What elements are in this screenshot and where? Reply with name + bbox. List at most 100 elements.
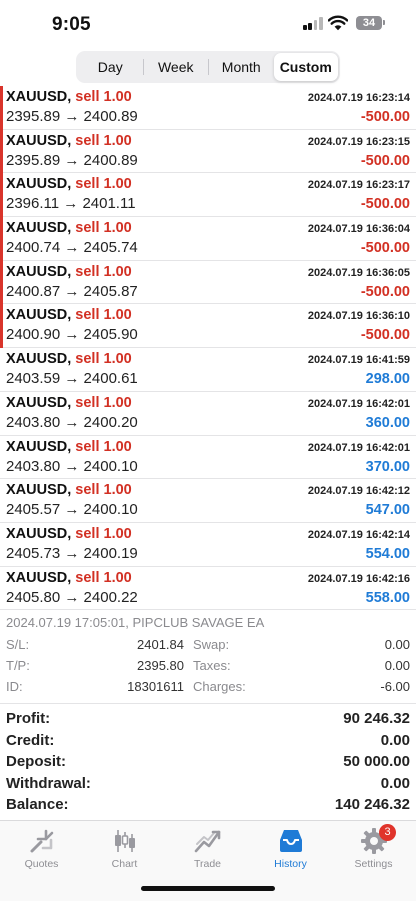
status-bar: 9:05 34 [0,0,416,48]
deal-side: sell 1.00 [75,307,132,324]
tab-trade[interactable]: Trade [166,826,249,870]
summary-value: 0.00 [380,774,410,792]
symbol-text: XAUUSD, [6,307,72,324]
symbol-text: XAUUSD, [6,482,72,499]
deal-profit: 554.00 [365,545,410,562]
deal-prices: 2405.57 → 2400.10 [6,501,138,519]
symbol-text: XAUUSD, [6,89,72,105]
summary-row-withdrawal: Withdrawal: 0.00 [0,773,416,795]
summary-value: 50 000.00 [343,753,410,771]
detail-row-tp-taxes: T/P: 2395.80 Taxes: 0.00 [6,658,410,678]
detail-value: 0.00 [384,658,410,673]
deal-prices: 2400.87 → 2405.87 [6,282,138,300]
battery-cap [383,20,385,25]
deal-row[interactable]: XAUUSD, sell 1.00 2405.80 → 2400.22 2024.0… [0,567,416,611]
tab-label: Settings [354,858,393,870]
deal-row[interactable]: XAUUSD, sell 1.00 2396.11 → 2401.11 2024.0… [0,173,416,218]
deal-symbol: XAUUSD, sell 1.00 [6,395,132,411]
deal-symbol: XAUUSD, sell 1.00 [6,220,132,236]
deal-side: sell 1.00 [75,525,132,542]
divider [0,703,416,704]
symbol-text: XAUUSD, [6,132,72,149]
tab-label: Trade [193,858,222,870]
summary-row-deposit: Deposit: 50 000.00 [0,751,416,773]
deal-time: 2024.07.19 16:36:04 [307,223,410,236]
tab-chart[interactable]: Chart [83,826,166,870]
deal-side: sell 1.00 [75,89,132,105]
symbol-text: XAUUSD, [6,176,72,193]
summary-label: Credit: [6,731,55,749]
deal-time: 2024.07.19 16:23:14 [307,92,410,104]
trade-icon [194,830,220,853]
detail-value: 2401.84 [137,637,184,652]
summary-label: Withdrawal: [6,774,91,792]
summary-value: 0.00 [380,731,410,749]
symbol-text: XAUUSD, [6,438,72,455]
deal-profit: 370.00 [365,458,410,475]
tab-day[interactable]: Day [78,53,143,81]
summary-row-profit: Profit: 90 246.32 [0,708,416,730]
deal-profit: 298.00 [365,371,410,388]
deal-row[interactable]: XAUUSD, sell 1.00 2395.89 → 2400.89 2024.0… [0,86,416,130]
deal-time: 2024.07.19 16:42:14 [307,528,410,541]
symbol-text: XAUUSD, [6,525,72,542]
deal-row[interactable]: XAUUSD, sell 1.00 2405.57 → 2400.10 2024.0… [0,479,416,523]
summary-value: 90 246.32 [343,710,410,727]
deal-prices: 2396.11 → 2401.11 [6,195,136,213]
deal-profit: 360.00 [365,414,410,431]
symbol-text: XAUUSD, [6,351,72,368]
deal-symbol: XAUUSD, sell 1.00 [6,351,132,367]
deal-row[interactable]: XAUUSD, sell 1.00 2405.73 → 2400.19 2024.0… [0,523,416,567]
deal-profit: -500.00 [360,283,410,300]
deal-side: sell 1.00 [75,176,132,193]
deal-row[interactable]: XAUUSD, sell 1.00 2400.87 → 2405.87 2024.0… [0,260,416,305]
deal-prices: 2400.74 → 2405.74 [6,239,138,257]
deal-row[interactable]: XAUUSD, sell 1.00 2403.80 → 2400.10 2024.0… [0,436,416,480]
deal-profit: 558.00 [365,589,410,606]
symbol-text: XAUUSD, [6,394,72,411]
deal-prices: 2403.80 → 2400.20 [6,413,138,431]
deal-symbol: XAUUSD, sell 1.00 [6,482,132,498]
summary-label: Balance: [6,796,69,814]
deal-row[interactable]: XAUUSD, sell 1.00 2395.89 → 2400.89 2024.0… [0,129,416,174]
deal-time-comment: 2024.07.19 17:05:01, PIPCLUB SAVAGE EA [6,615,265,630]
deal-time: 2024.07.19 16:42:12 [307,485,410,498]
symbol-text: XAUUSD, [6,569,72,586]
summary-value: 140 246.32 [334,796,410,814]
tab-custom[interactable]: Custom [273,53,338,81]
deal-row[interactable]: XAUUSD, sell 1.00 2403.80 → 2400.20 2024.0… [0,392,416,436]
summary-row-balance: Balance: 140 246.32 [0,794,416,816]
history-icon [279,830,302,852]
deal-symbol: XAUUSD, sell 1.00 [6,526,132,542]
tab-quotes[interactable]: Quotes [0,826,83,870]
deal-time: 2024.07.19 16:42:01 [307,441,410,454]
tab-label: Chart [111,858,138,870]
deal-time: 2024.07.19 16:36:10 [307,310,410,323]
deal-row[interactable]: XAUUSD, sell 1.00 2403.59 → 2400.61 2024.0… [0,348,416,392]
deal-symbol: XAUUSD, sell 1.00 [6,89,132,105]
tab-history[interactable]: History [249,826,332,870]
deals-list: XAUUSD, sell 1.00 2395.89 → 2400.89 2024.0… [0,86,416,611]
tab-settings[interactable]: 3 Settings [332,824,415,870]
deal-details: 2024.07.19 17:05:01, PIPCLUB SAVAGE EA S… [0,612,416,704]
deal-symbol: XAUUSD, sell 1.00 [6,264,132,280]
detail-label: Taxes: [193,658,231,673]
status-time: 9:05 [52,14,91,35]
deal-side: sell 1.00 [75,132,132,149]
home-indicator [141,886,275,891]
deal-side: sell 1.00 [75,263,132,280]
deal-row[interactable]: XAUUSD, sell 1.00 2400.90 → 2405.90 2024.0… [0,304,416,349]
deal-side: sell 1.00 [75,569,132,586]
deal-profit: -500.00 [360,196,410,213]
deal-time: 2024.07.19 16:41:59 [307,354,410,367]
tab-month[interactable]: Month [209,53,274,81]
deal-profit: -500.00 [360,109,410,125]
detail-value: 2395.80 [137,658,184,673]
quotes-icon [30,829,53,853]
tab-week[interactable]: Week [144,53,209,81]
notification-badge: 3 [379,824,396,841]
deal-side: sell 1.00 [75,220,132,237]
deal-time: 2024.07.19 16:23:17 [307,179,410,192]
deal-row[interactable]: XAUUSD, sell 1.00 2400.74 → 2405.74 2024.0… [0,217,416,261]
detail-row-sl-swap: S/L: 2401.84 Swap: 0.00 [6,637,410,657]
